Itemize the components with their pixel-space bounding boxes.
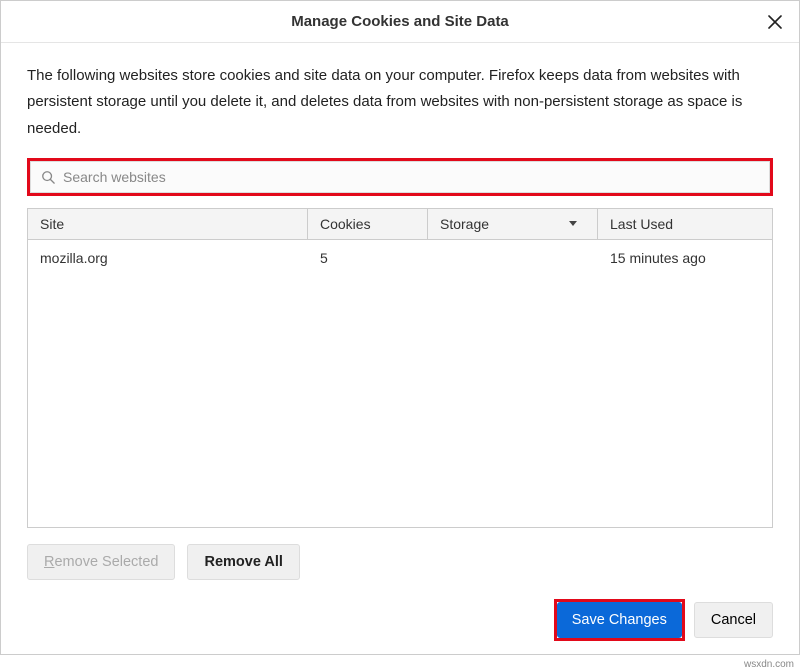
column-label-lastused: Last Used — [610, 216, 673, 232]
search-input[interactable] — [63, 169, 759, 185]
column-header-lastused[interactable]: Last Used — [598, 209, 772, 239]
column-header-site[interactable]: Site — [28, 209, 308, 239]
watermark-text: wsxdn.com — [744, 659, 794, 670]
footer-remove-row: Remove Selected Remove All — [27, 544, 773, 580]
table-header: Site Cookies Storage Last Used — [28, 209, 772, 240]
footer-action-row: Save Changes Cancel — [27, 602, 773, 638]
dialog-content: The following websites store cookies and… — [1, 43, 799, 654]
manage-cookies-dialog: Manage Cookies and Site Data The followi… — [0, 0, 800, 655]
column-label-cookies: Cookies — [320, 216, 371, 232]
close-icon — [768, 15, 782, 29]
remove-all-button[interactable]: Remove All — [187, 544, 299, 580]
dialog-title: Manage Cookies and Site Data — [291, 13, 509, 30]
search-highlight — [27, 158, 773, 196]
search-container — [30, 161, 770, 193]
cell-lastused: 15 minutes ago — [598, 240, 772, 276]
cell-site: mozilla.org — [28, 240, 308, 276]
sort-caret-icon — [569, 221, 577, 226]
dialog-header: Manage Cookies and Site Data — [1, 1, 799, 43]
table-body: mozilla.org 5 15 minutes ago — [28, 240, 772, 527]
cell-storage — [428, 240, 598, 276]
column-label-site: Site — [40, 216, 64, 232]
cancel-button[interactable]: Cancel — [694, 602, 773, 638]
remove-selected-button[interactable]: Remove Selected — [27, 544, 175, 580]
column-header-cookies[interactable]: Cookies — [308, 209, 428, 239]
column-header-storage[interactable]: Storage — [428, 209, 598, 239]
table-row[interactable]: mozilla.org 5 15 minutes ago — [28, 240, 772, 276]
save-highlight: Save Changes — [557, 602, 682, 638]
close-button[interactable] — [765, 12, 785, 32]
column-label-storage: Storage — [440, 216, 489, 232]
sites-table: Site Cookies Storage Last Used mozilla.o… — [27, 208, 773, 528]
search-icon — [41, 170, 55, 184]
save-changes-button[interactable]: Save Changes — [557, 602, 682, 638]
description-text: The following websites store cookies and… — [27, 63, 773, 142]
cell-cookies: 5 — [308, 240, 428, 276]
